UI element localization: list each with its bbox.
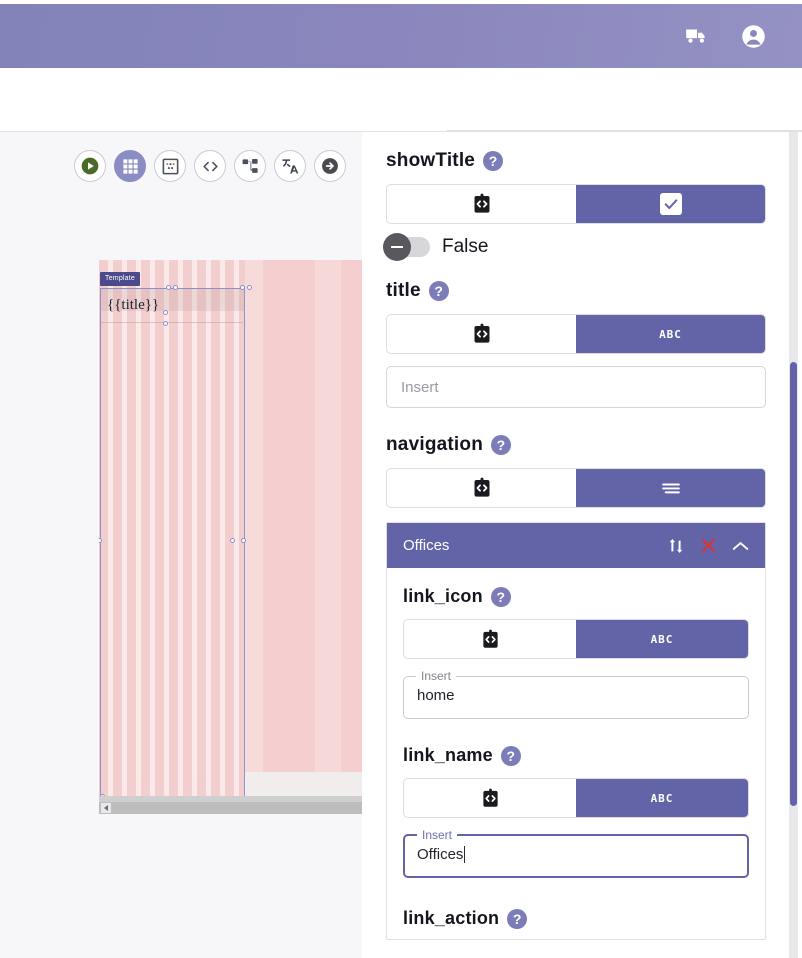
expression-mode-button[interactable] — [404, 779, 576, 817]
properties-panel: showTitle ? False title ? ABC Insert nav… — [362, 132, 802, 958]
property-name: link_action — [403, 908, 500, 928]
help-icon[interactable]: ? — [507, 908, 528, 929]
property-label-showtitle: showTitle ? — [386, 150, 766, 172]
text-caret — [464, 846, 466, 863]
source-code-button[interactable] — [194, 150, 226, 182]
accordion-header-offices[interactable]: Offices — [387, 523, 765, 568]
top-app-bar — [0, 4, 802, 68]
template-artboard[interactable]: Template {{title}} — [99, 260, 362, 800]
scroll-left-arrow[interactable] — [101, 803, 111, 813]
selected-element-outline[interactable] — [100, 288, 245, 800]
link-name-legend: Insert — [422, 828, 453, 842]
grid-view-button[interactable] — [114, 150, 146, 182]
sort-handle-icon[interactable] — [667, 536, 685, 556]
value-mode-button[interactable]: ABC — [576, 779, 748, 817]
clipboard-code-icon — [474, 477, 489, 497]
translate-button[interactable] — [274, 150, 306, 182]
navigation-item-accordion: Offices link_icon ? ABC Insert home link… — [386, 522, 766, 940]
expression-mode-button[interactable] — [387, 185, 576, 223]
template-badge: Template — [100, 272, 141, 286]
clipboard-code-icon — [482, 629, 498, 648]
showtitle-toggle-row: False — [383, 233, 766, 261]
checkbox-icon — [659, 193, 682, 215]
link-name-value: Offices — [417, 846, 464, 863]
mode-switch-title[interactable]: ABC — [386, 314, 766, 354]
abc-label: ABC — [659, 327, 682, 341]
accordion-body: link_icon ? ABC Insert home link_name ? … — [387, 568, 765, 939]
help-icon[interactable]: ? — [490, 586, 511, 607]
property-name: showTitle — [386, 150, 476, 171]
resize-handle[interactable] — [163, 310, 168, 315]
secondary-bar — [0, 68, 802, 131]
list-lines-icon — [661, 483, 680, 494]
resize-handle[interactable] — [166, 285, 171, 290]
help-icon[interactable]: ? — [491, 435, 512, 455]
showtitle-toggle[interactable] — [383, 233, 430, 261]
link-icon-value: home — [417, 687, 455, 704]
chevron-up-icon[interactable] — [732, 540, 749, 552]
property-label-link-icon: link_icon ? — [403, 586, 749, 607]
delete-icon[interactable] — [699, 536, 718, 555]
value-mode-button[interactable]: ABC — [576, 620, 748, 658]
help-icon[interactable]: ? — [500, 745, 521, 766]
title-input[interactable] — [386, 366, 766, 408]
account-circle-icon[interactable] — [738, 21, 768, 51]
value-mode-button[interactable]: ABC — [576, 315, 765, 353]
clipboard-code-icon — [474, 323, 489, 343]
value-mode-button[interactable] — [576, 469, 765, 507]
artboard-inner-rule — [101, 322, 243, 323]
clipboard-code-icon — [474, 193, 489, 213]
canvas-toolbar — [74, 150, 346, 182]
expression-mode-button[interactable] — [404, 620, 576, 658]
mode-switch-link-name[interactable]: ABC — [403, 778, 749, 818]
resize-handle[interactable] — [247, 285, 252, 290]
expression-mode-button[interactable] — [387, 315, 576, 353]
resize-handle[interactable] — [163, 321, 168, 326]
app-root: Template {{title}} showTitle ? False tit… — [0, 0, 802, 958]
canvas-horizontal-scrollbar[interactable] — [99, 802, 362, 814]
property-label-link-action: link_action ? — [403, 908, 749, 929]
property-name: link_icon — [403, 586, 483, 606]
clipboard-code-icon — [482, 788, 498, 807]
accordion-title: Offices — [403, 537, 450, 554]
link-name-field[interactable]: Insert Offices — [403, 828, 749, 878]
mode-switch-navigation[interactable] — [386, 468, 766, 508]
delivery-truck-icon[interactable] — [682, 21, 712, 51]
mode-switch-showtitle[interactable] — [386, 184, 766, 224]
property-label-navigation: navigation ? — [386, 434, 766, 456]
panel-scroll-thumb[interactable] — [790, 362, 797, 806]
help-icon[interactable]: ? — [428, 281, 449, 301]
value-mode-button[interactable] — [576, 185, 765, 223]
structure-tree-button[interactable] — [234, 150, 266, 182]
property-name: link_name — [403, 745, 493, 765]
expression-mode-button[interactable] — [387, 469, 576, 507]
abc-label: ABC — [650, 791, 674, 805]
toggle-knob — [383, 233, 411, 261]
resize-handle[interactable] — [240, 285, 245, 290]
help-icon[interactable]: ? — [483, 151, 504, 171]
next-step-button[interactable] — [314, 150, 346, 182]
property-name: navigation — [386, 434, 484, 455]
resize-handle[interactable] — [173, 285, 178, 290]
link-icon-legend: Insert — [421, 669, 452, 683]
property-label-title: title ? — [386, 280, 766, 302]
run-preview-button[interactable] — [74, 150, 106, 182]
link-name-value-wrap: Offices — [417, 846, 466, 863]
property-label-link-name: link_name ? — [403, 745, 749, 766]
title-placeholder-token: {{title}} — [107, 297, 160, 313]
artboard-right-region — [245, 260, 362, 800]
toggle-value-label: False — [442, 236, 489, 257]
layout-regions-button[interactable] — [154, 150, 186, 182]
artboard-right-bands — [245, 260, 362, 800]
property-name: title — [386, 280, 421, 301]
resize-handle[interactable] — [230, 538, 235, 543]
link-icon-fieldset: Insert — [403, 669, 749, 719]
canvas-pane: Template {{title}} — [0, 132, 362, 958]
mode-switch-link-icon[interactable]: ABC — [403, 619, 749, 659]
link-icon-field[interactable]: Insert home — [403, 669, 749, 719]
artboard-column-divider — [244, 288, 245, 800]
accordion-actions — [667, 536, 749, 556]
resize-handle[interactable] — [241, 538, 246, 543]
abc-label: ABC — [650, 632, 674, 646]
